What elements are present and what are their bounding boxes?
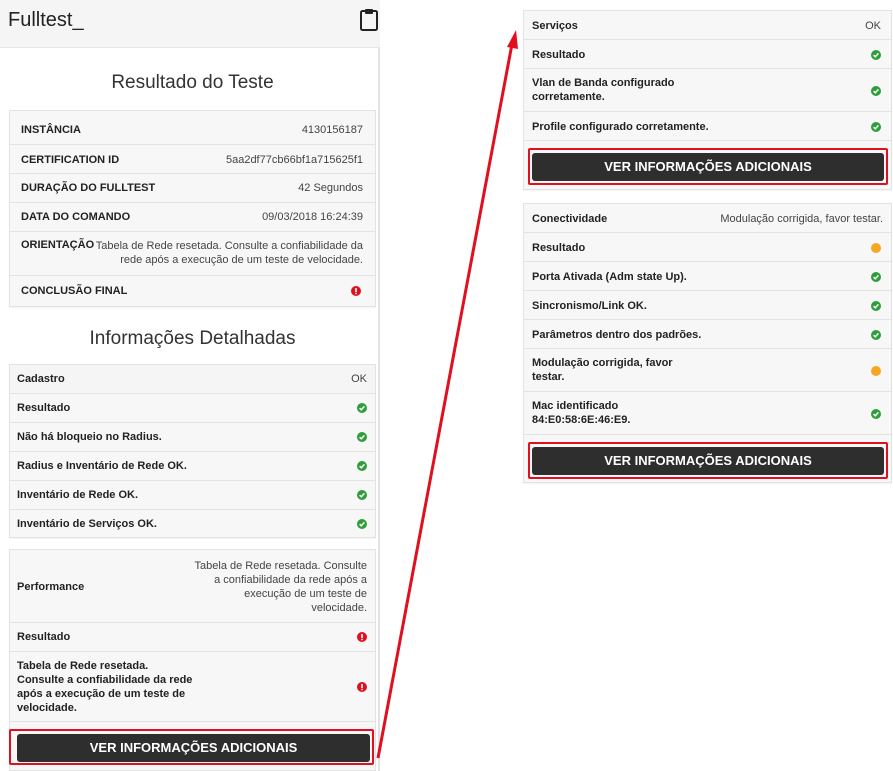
annotation-arrow — [376, 30, 518, 759]
